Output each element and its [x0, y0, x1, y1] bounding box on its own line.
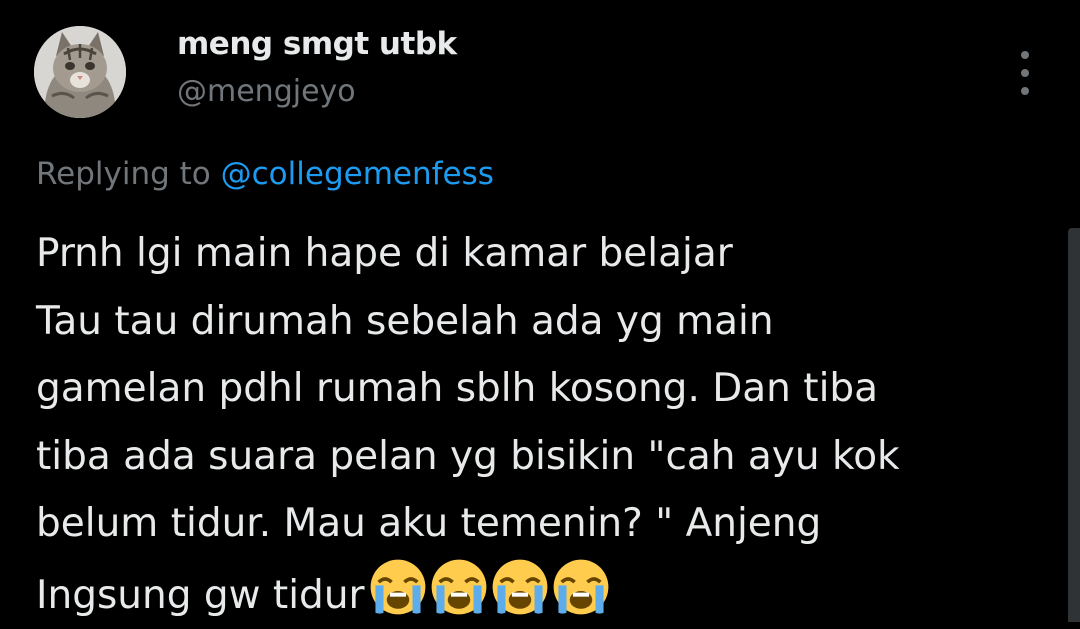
- menu-dot: [1021, 87, 1029, 95]
- scrollbar[interactable]: [1068, 228, 1080, 622]
- tweet-line-last: Ingsung gw tidur: [36, 558, 1046, 629]
- replying-to-label: Replying to: [36, 156, 211, 192]
- more-vertical-icon[interactable]: [1008, 40, 1042, 106]
- tweet-line: gamelan pdhl rumah sblh kosong. Dan tiba: [36, 355, 1046, 423]
- cat-avatar-icon[interactable]: [34, 26, 126, 118]
- loudly-crying-face-icon: [430, 558, 488, 616]
- tweet-line: Prnh lgi main hape di kamar belajar: [36, 220, 1046, 288]
- loudly-crying-face-icon: [491, 558, 549, 616]
- loudly-crying-face-icon: [369, 558, 427, 616]
- tweet-line-text: Ingsung gw tidur: [36, 573, 365, 618]
- loudly-crying-face-icon: [552, 558, 610, 616]
- menu-dot: [1021, 51, 1029, 59]
- reply-mention-link[interactable]: @collegemenfess: [221, 156, 494, 192]
- tweet-line: tiba ada suara pelan yg bisikin "cah ayu…: [36, 423, 1046, 491]
- display-name[interactable]: meng smgt utbk: [177, 26, 457, 62]
- tweet-card: meng smgt utbk @mengjeyo Replying to @co…: [0, 0, 1080, 622]
- replying-to: Replying to @collegemenfess: [36, 156, 494, 192]
- menu-dot: [1021, 69, 1029, 77]
- tweet-line: Tau tau dirumah sebelah ada yg main: [36, 288, 1046, 356]
- emoji-row: [369, 558, 610, 616]
- tweet-text: Prnh lgi main hape di kamar belajar Tau …: [36, 220, 1046, 629]
- tweet-line: belum tidur. Mau aku temenin? " Anjeng: [36, 490, 1046, 558]
- user-handle[interactable]: @mengjeyo: [177, 74, 356, 109]
